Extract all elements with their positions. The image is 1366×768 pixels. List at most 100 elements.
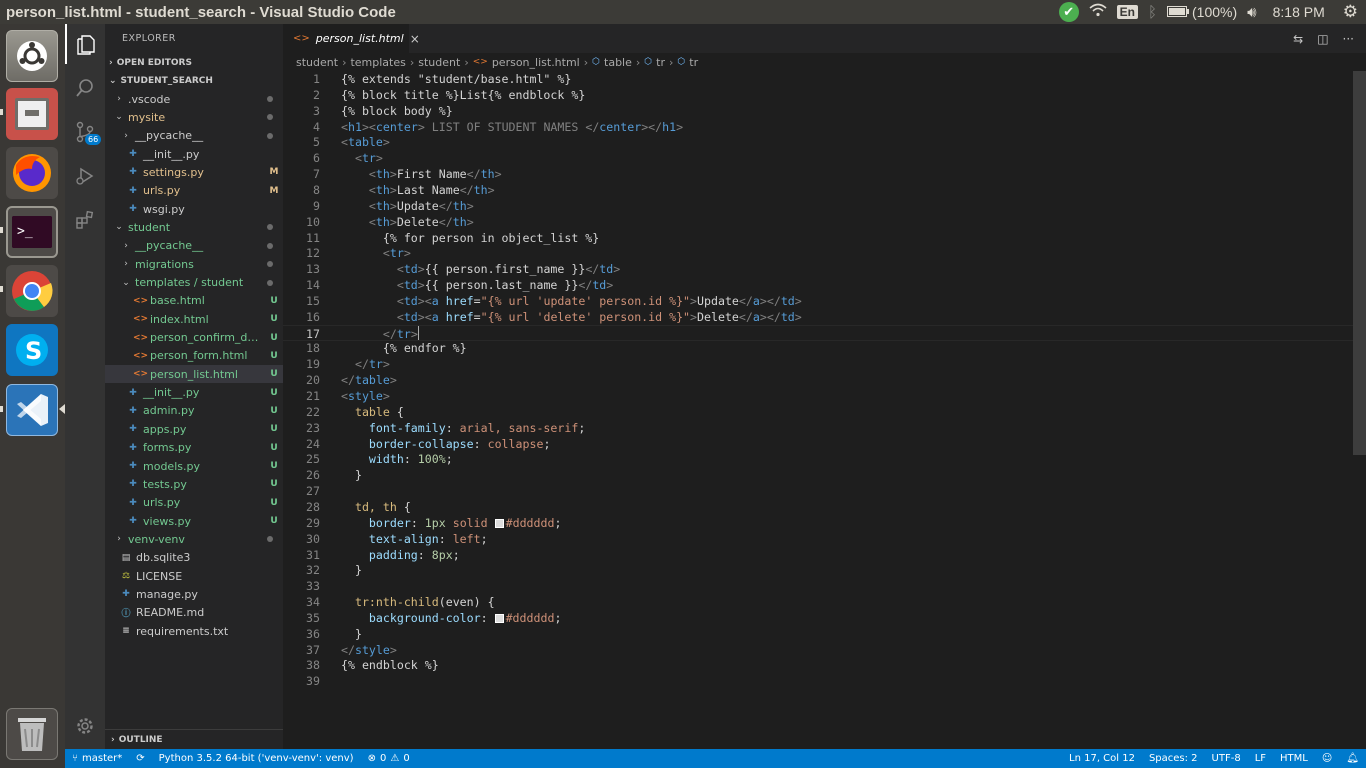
code-line[interactable]: 24 border-collapse: collapse; — [283, 436, 1353, 452]
update-status-icon[interactable]: ✔ — [1058, 2, 1079, 22]
code-line[interactable]: 8 <th>Last Name</th> — [283, 182, 1353, 198]
battery-indicator[interactable]: (100%) — [1167, 4, 1237, 20]
code-line[interactable]: 25 width: 100%; — [283, 451, 1353, 467]
breadcrumb-item[interactable]: tr — [689, 56, 698, 69]
code-line[interactable]: 2 {% block title %}List{% endblock %} — [283, 87, 1353, 103]
firefox-app-icon[interactable] — [6, 147, 58, 199]
search-icon[interactable] — [65, 68, 105, 108]
tree-folder[interactable]: › .vscode — [105, 90, 283, 108]
tree-file[interactable]: ✚ __init__.py — [105, 145, 283, 163]
end-of-line[interactable]: LF — [1248, 753, 1273, 764]
clock[interactable]: 8:18 PM — [1273, 4, 1325, 20]
code-line[interactable]: 28 td, th { — [283, 499, 1353, 515]
run-debug-icon[interactable] — [65, 156, 105, 196]
tree-file[interactable]: ▤ db.sqlite3 — [105, 549, 283, 567]
tree-file[interactable]: ⚖ LICENSE — [105, 567, 283, 585]
tree-file[interactable]: ✚ apps.py U — [105, 420, 283, 438]
git-branch[interactable]: ⑂ master* — [65, 753, 129, 764]
code-line[interactable]: 7 <th>First Name</th> — [283, 166, 1353, 182]
ubuntu-dash-icon[interactable] — [6, 30, 58, 82]
tree-file[interactable]: ✚ admin.py U — [105, 402, 283, 420]
keyboard-language-indicator[interactable]: En — [1116, 5, 1138, 19]
tree-folder[interactable]: ⌄ student — [105, 218, 283, 236]
code-line[interactable]: 5 <table> — [283, 134, 1353, 150]
tree-folder[interactable]: › __pycache__ — [105, 237, 283, 255]
code-line[interactable]: 35 background-color: #dddddd; — [283, 610, 1353, 626]
trash-icon[interactable] — [6, 708, 58, 760]
tree-file[interactable]: ≡ requirements.txt — [105, 622, 283, 640]
tree-file[interactable]: <> person_list.html U — [105, 365, 283, 384]
tree-file[interactable]: ⓘ README.md — [105, 604, 283, 622]
tree-folder[interactable]: ⌄ templates / student — [105, 274, 283, 292]
code-line[interactable]: 22 table { — [283, 404, 1353, 420]
tree-file[interactable]: <> index.html U — [105, 310, 283, 328]
code-line[interactable]: 27 — [283, 483, 1353, 499]
tree-file[interactable]: ✚ manage.py — [105, 585, 283, 603]
code-line[interactable]: 15 <td><a href="{% url 'update' person.i… — [283, 293, 1353, 309]
code-line[interactable]: 38 {% endblock %} — [283, 657, 1353, 673]
workspace-section[interactable]: ⌄ STUDENT_SEARCH — [105, 72, 283, 90]
close-icon[interactable]: × — [410, 32, 420, 46]
code-line[interactable]: 11 {% for person in object_list %} — [283, 230, 1353, 246]
code-line[interactable]: 26 } — [283, 467, 1353, 483]
code-line[interactable]: 34 tr:nth-child(even) { — [283, 594, 1353, 610]
encoding[interactable]: UTF-8 — [1205, 753, 1248, 764]
tab-person-list[interactable]: <> person_list.html × — [283, 24, 420, 53]
chrome-app-icon[interactable] — [6, 265, 58, 317]
source-control-icon[interactable]: 66 — [65, 112, 105, 152]
tree-file[interactable]: ✚ __init__.py U — [105, 384, 283, 402]
tree-folder[interactable]: ⌄ mysite — [105, 108, 283, 126]
code-line[interactable]: 21 <style> — [283, 388, 1353, 404]
python-interpreter[interactable]: Python 3.5.2 64-bit ('venv-venv': venv) — [152, 753, 361, 764]
code-line[interactable]: 3 {% block body %} — [283, 103, 1353, 119]
code-line[interactable]: 17 </tr> — [283, 324, 1353, 341]
code-line[interactable]: 6 <tr> — [283, 150, 1353, 166]
manage-gear-icon[interactable] — [65, 706, 105, 746]
tree-file[interactable]: ✚ views.py U — [105, 512, 283, 530]
breadcrumb-item[interactable]: tr — [656, 56, 665, 69]
tree-file[interactable]: ✚ tests.py U — [105, 475, 283, 493]
explorer-icon[interactable] — [65, 24, 105, 64]
code-line[interactable]: 37 </style> — [283, 642, 1353, 658]
breadcrumb-item[interactable]: table — [604, 56, 632, 69]
outline-section[interactable]: › OUTLINE — [105, 729, 283, 749]
tree-folder[interactable]: › __pycache__ — [105, 127, 283, 145]
code-line[interactable]: 20 </table> — [283, 372, 1353, 388]
tree-file[interactable]: ✚ models.py U — [105, 457, 283, 475]
tree-file[interactable]: ✚ settings.py M — [105, 163, 283, 181]
code-line[interactable]: 29 border: 1px solid #dddddd; — [283, 515, 1353, 531]
wifi-icon[interactable] — [1089, 3, 1107, 21]
tree-folder[interactable]: › migrations — [105, 255, 283, 273]
code-line[interactable]: 18 {% endfor %} — [283, 340, 1353, 356]
split-editor-icon[interactable]: ◫ — [1317, 32, 1328, 46]
code-line[interactable]: 1 {% extends "student/base.html" %} — [283, 71, 1353, 87]
code-line[interactable]: 10 <th>Delete</th> — [283, 214, 1353, 230]
code-line[interactable]: 19 </tr> — [283, 356, 1353, 372]
terminal-app-icon[interactable]: >_ — [6, 206, 58, 258]
code-line[interactable]: 23 font-family: arial, sans-serif; — [283, 420, 1353, 436]
open-changes-icon[interactable]: ⇆ — [1293, 32, 1303, 46]
volume-icon[interactable]: 🔊︎ — [1247, 4, 1256, 21]
color-swatch[interactable] — [494, 613, 504, 623]
tree-file[interactable]: ✚ wsgi.py — [105, 200, 283, 218]
language-mode[interactable]: HTML — [1273, 753, 1315, 764]
sync-button[interactable]: ⟳ — [129, 753, 151, 764]
breadcrumb-item[interactable]: student — [418, 56, 460, 69]
indentation[interactable]: Spaces: 2 — [1142, 753, 1205, 764]
files-app-icon[interactable] — [6, 88, 58, 140]
breadcrumb-item[interactable]: student — [296, 56, 338, 69]
code-line[interactable]: 16 <td><a href="{% url 'delete' person.i… — [283, 309, 1353, 325]
code-line[interactable]: 9 <th>Update</th> — [283, 198, 1353, 214]
code-line[interactable]: 12 <tr> — [283, 245, 1353, 261]
breadcrumb-item[interactable]: templates — [350, 56, 405, 69]
tree-file[interactable]: <> person_confirm_del... U — [105, 329, 283, 347]
notifications-icon[interactable]: 🔔︎ — [1339, 753, 1366, 764]
code-line[interactable]: 13 <td>{{ person.first_name }}</td> — [283, 261, 1353, 277]
tree-file[interactable]: <> person_form.html U — [105, 347, 283, 365]
skype-app-icon[interactable]: S — [6, 324, 58, 376]
code-line[interactable]: 39 — [283, 673, 1353, 689]
extensions-icon[interactable] — [65, 200, 105, 240]
code-line[interactable]: 33 — [283, 578, 1353, 594]
breadcrumb-item[interactable]: person_list.html — [492, 56, 580, 69]
code-line[interactable]: 36 } — [283, 626, 1353, 642]
